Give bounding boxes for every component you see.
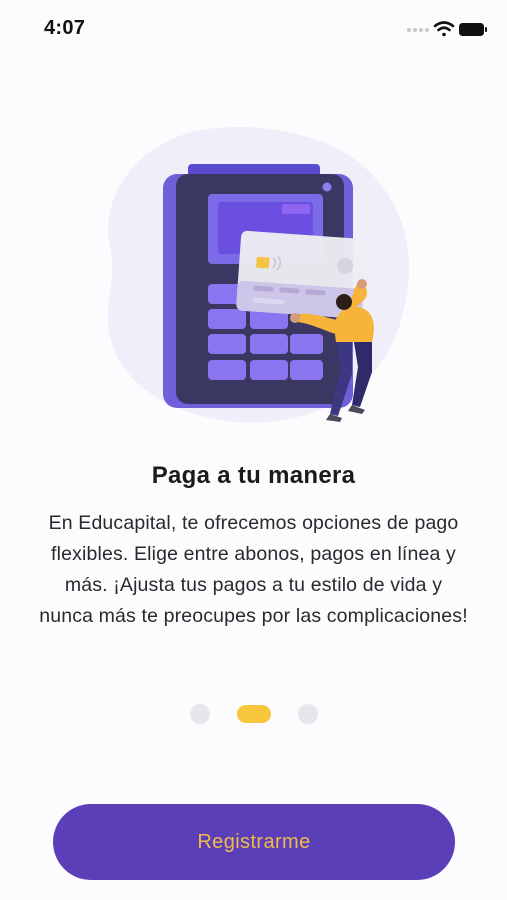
status-time: 4:07 [44, 17, 86, 39]
onboarding-description: En Educapital, te ofrecemos opciones de … [39, 512, 468, 627]
wifi-icon [433, 21, 455, 37]
page-indicator [0, 703, 507, 725]
page-dot-2-active[interactable] [237, 705, 271, 723]
register-button[interactable]: Registrarme [53, 804, 455, 880]
battery-icon [459, 23, 487, 36]
onboarding-title: Paga a tu manera [151, 462, 356, 489]
card-payment-illustration [90, 122, 420, 442]
page-dot-1[interactable] [190, 704, 210, 724]
signal-icon [407, 28, 429, 32]
status-bar: 4:07 [0, 0, 507, 58]
page-dot-3[interactable] [298, 704, 318, 724]
status-icons [377, 20, 487, 40]
